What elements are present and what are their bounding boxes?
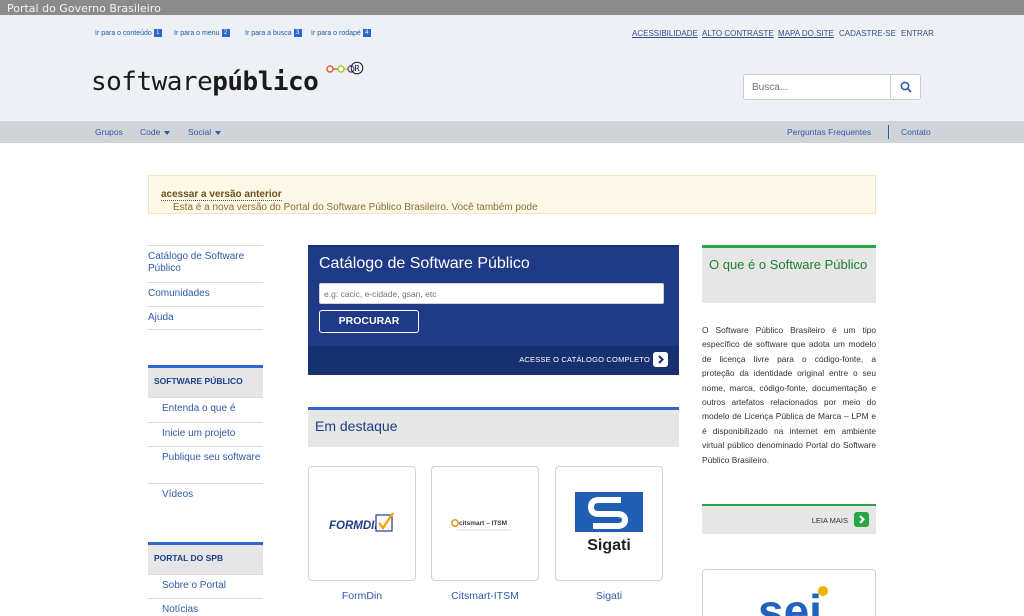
read-more-label: LEIA MAIS bbox=[811, 516, 848, 525]
register-link[interactable]: CADASTRE-SE bbox=[839, 29, 896, 39]
notice-text: Esta é a nova versão do Portal do Softwa… bbox=[161, 189, 538, 213]
skip-link-footer[interactable]: Ir para o rodapé 4 bbox=[311, 29, 371, 39]
nav-groups[interactable]: Grupos bbox=[95, 127, 123, 138]
nav-code[interactable]: Code bbox=[140, 127, 171, 138]
chevron-right-icon bbox=[653, 352, 668, 367]
nav-divider bbox=[888, 125, 889, 139]
header-search bbox=[743, 74, 921, 100]
gov-bar-title[interactable]: Portal do Governo Brasileiro bbox=[7, 2, 161, 15]
svg-text:FORMDIN: FORMDIN bbox=[329, 520, 383, 532]
search-input[interactable] bbox=[743, 74, 891, 100]
formdin-logo: FORMDIN bbox=[329, 512, 394, 532]
site-logo[interactable]: softwarepúblico R bbox=[91, 60, 371, 100]
sidebar-item-about-portal[interactable]: Sobre o Portal bbox=[148, 574, 263, 598]
catalog-search-panel: Catálogo de Software Público PROCURAR AC… bbox=[308, 245, 679, 375]
read-more-link[interactable]: LEIA MAIS bbox=[702, 504, 876, 534]
svg-text:Sigati: Sigati bbox=[587, 537, 631, 554]
about-description: O Software Público Brasileiro é um tipo … bbox=[702, 325, 876, 465]
sigati-logo: Sigati bbox=[575, 492, 643, 554]
new-version-notice: Esta é a nova versão do Portal do Softwa… bbox=[148, 175, 876, 214]
high-contrast-link[interactable]: ALTO CONTRASTE bbox=[702, 29, 774, 39]
site-header: Ir para o conteúdo 1 Ir para o menu 2 Ir p… bbox=[0, 15, 1024, 121]
software-publico-box: SOFTWARE PÚBLICO bbox=[148, 365, 263, 397]
logo-wordmark: softwarepúblico bbox=[91, 67, 319, 97]
svg-text:citsmart – ITSM: citsmart – ITSM bbox=[459, 520, 507, 527]
featured-label-formdin[interactable]: FormDin bbox=[308, 590, 416, 602]
sidebar-item-help[interactable]: Ajuda bbox=[148, 306, 263, 330]
registered-mark-icon: R bbox=[350, 61, 364, 75]
software-publico-title: SOFTWARE PÚBLICO bbox=[154, 376, 243, 386]
svg-text:sei: sei bbox=[758, 585, 822, 616]
sidebar-item-publish-software[interactable]: Publique seu software bbox=[148, 446, 263, 483]
featured-card-formdin[interactable]: FORMDIN bbox=[308, 466, 416, 581]
catalog-search-input[interactable] bbox=[319, 283, 664, 304]
catalog-search-button[interactable]: PROCURAR bbox=[319, 310, 419, 333]
portal-spb-title: PORTAL DO SPB bbox=[154, 553, 224, 563]
sidebar-item-understand[interactable]: Entenda o que é bbox=[148, 397, 263, 422]
accessibility-link[interactable]: ACESSIBILIDADE bbox=[632, 29, 698, 39]
sei-card[interactable]: sei bbox=[702, 569, 876, 616]
portal-spb-box: PORTAL DO SPB bbox=[148, 542, 263, 574]
sidebar-item-start-project[interactable]: Inicie um projeto bbox=[148, 422, 263, 446]
main-navbar: Grupos Code Social Perguntas Frequentes … bbox=[0, 121, 1024, 143]
full-catalog-link[interactable]: ACESSE O CATÁLOGO COMPLETO bbox=[308, 346, 679, 375]
featured-header: Em destaque bbox=[308, 407, 679, 447]
chevron-down-icon bbox=[215, 130, 222, 135]
catalog-title: Catálogo de Software Público bbox=[319, 255, 530, 272]
search-button[interactable] bbox=[890, 74, 921, 100]
sei-logo: sei bbox=[758, 585, 828, 616]
gov-bar: Portal do Governo Brasileiro bbox=[0, 0, 1024, 15]
featured-card-sigati[interactable]: Sigati bbox=[555, 466, 663, 581]
chevron-down-icon bbox=[164, 130, 171, 135]
skip-link-search[interactable]: Ir para a busca 3 bbox=[245, 29, 302, 39]
citsmart-logo: citsmart – ITSM bbox=[451, 519, 511, 531]
featured-label-sigati[interactable]: Sigati bbox=[555, 590, 663, 602]
featured-label-citsmart[interactable]: Citsmart-ITSM bbox=[431, 590, 539, 602]
featured-title: Em destaque bbox=[315, 418, 398, 434]
nav-contact[interactable]: Contato bbox=[901, 127, 931, 138]
featured-card-citsmart[interactable]: citsmart – ITSM bbox=[431, 466, 539, 581]
search-icon bbox=[900, 81, 912, 93]
sidebar-item-videos[interactable]: Vídeos bbox=[148, 483, 263, 507]
about-header: O que é o Software Público bbox=[702, 245, 876, 303]
svg-text:R: R bbox=[354, 64, 360, 73]
about-title: O que é o Software Público bbox=[709, 257, 868, 272]
sidebar-item-news[interactable]: Notícias bbox=[148, 598, 263, 616]
nav-faq[interactable]: Perguntas Frequentes bbox=[787, 127, 871, 138]
sidebar-item-catalog[interactable]: Catálogo de Software Público bbox=[148, 245, 263, 282]
sidebar-item-communities[interactable]: Comunidades bbox=[148, 282, 263, 306]
chevron-right-icon bbox=[854, 512, 869, 527]
login-link[interactable]: ENTRAR bbox=[901, 29, 934, 39]
full-catalog-label: ACESSE O CATÁLOGO COMPLETO bbox=[519, 355, 650, 364]
previous-version-link[interactable]: acessar a versão anterior bbox=[161, 189, 282, 201]
skip-link-content[interactable]: Ir para o conteúdo 1 bbox=[95, 29, 162, 39]
skip-link-menu[interactable]: Ir para o menu 2 bbox=[174, 29, 230, 39]
nav-social[interactable]: Social bbox=[188, 127, 222, 138]
site-map-link[interactable]: MAPA DO SITE bbox=[778, 29, 834, 39]
